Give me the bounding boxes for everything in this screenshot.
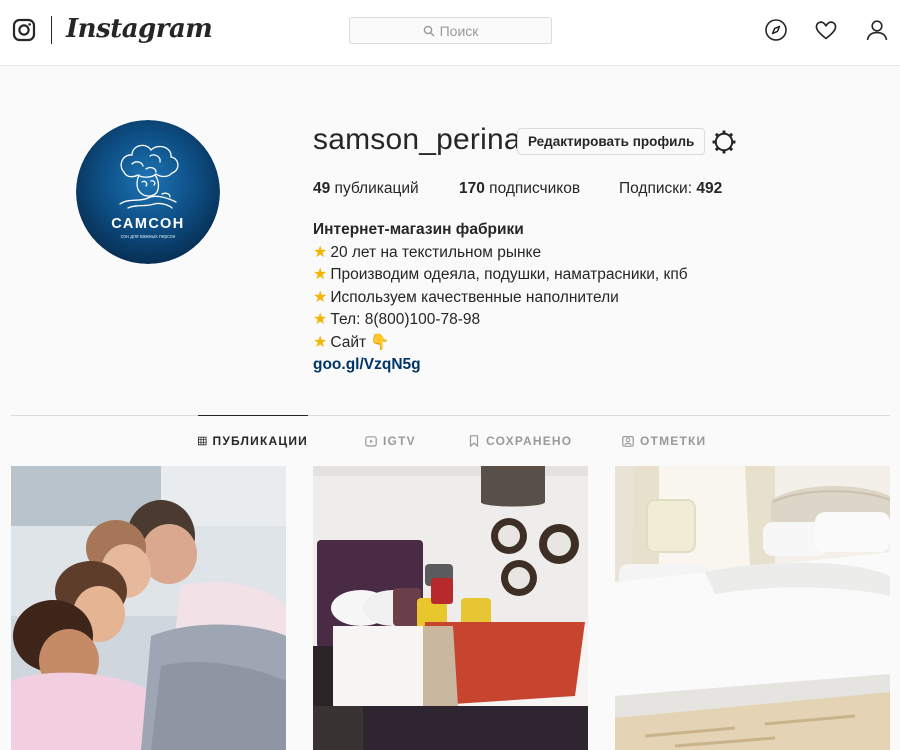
star-icon: ★ [313, 333, 328, 351]
star-icon: ★ [313, 243, 328, 261]
heart-icon[interactable] [814, 18, 838, 42]
posts-label: публикаций [330, 180, 419, 197]
settings-gear-icon[interactable] [711, 129, 737, 155]
avatar-brand: САМСОН [111, 216, 185, 232]
profile-avatar[interactable]: САМСОН сон для важных персон [76, 120, 220, 264]
search-input[interactable]: Поиск [349, 17, 552, 44]
post-image-bedroom-white [615, 466, 890, 750]
tab-label: IGTV [383, 434, 416, 448]
star-icon: ★ [313, 311, 328, 328]
samson-logo: САМСОН сон для важных персон [76, 120, 220, 264]
edit-profile-button[interactable]: Редактировать профиль [517, 128, 706, 155]
tab-label: СОХРАНЕНО [486, 434, 573, 448]
tab-saved[interactable]: СОХРАНЕНО [468, 416, 572, 466]
top-navigation-bar: Instagram Поиск [0, 0, 900, 66]
profile-stats: 49 публикаций 170 подписчиков Подписки: … [313, 180, 722, 198]
bio-name: Интернет-магазин фабрики [313, 221, 524, 238]
user-icon[interactable] [865, 18, 889, 42]
bio-line-text: Используем качественные наполнители [330, 288, 619, 306]
following-stat[interactable]: Подписки: 492 [619, 180, 722, 198]
grid-icon [198, 436, 207, 445]
bio-line: ★ Тел: 8(800)100-78-98 [313, 309, 688, 332]
tv-icon [365, 436, 377, 447]
following-label: Подписки: [619, 180, 697, 197]
star-icon: ★ [313, 288, 328, 306]
followers-label: подписчиков [484, 180, 581, 197]
profile-username: samson_perina [313, 123, 521, 156]
bio-line-text: 20 лет на текстильном рынке [330, 243, 542, 261]
instagram-wordmark[interactable]: Instagram [66, 14, 213, 44]
post-image-bedroom-purple [313, 466, 588, 750]
tab-publications[interactable]: ПУБЛИКАЦИИ [198, 415, 308, 465]
tag-icon [622, 436, 634, 447]
bio-line-text: Сайт 👇 [330, 333, 390, 351]
compass-icon[interactable] [764, 18, 788, 42]
following-count: 492 [696, 180, 723, 197]
avatar-tagline: сон для важных персон [121, 234, 176, 240]
bookmark-icon [469, 435, 479, 447]
bio-line: ★ Производим одеяла, подушки, наматрасник… [313, 264, 688, 287]
instagram-logo-icon[interactable] [12, 18, 36, 42]
logo-divider [51, 16, 52, 44]
tab-label: ОТМЕТКИ [640, 434, 707, 448]
search-icon [423, 25, 435, 37]
tab-label: ПУБЛИКАЦИИ [212, 433, 308, 448]
post-image-family-sleeping [11, 466, 286, 750]
profile-tabs: ПУБЛИКАЦИИ IGTV СОХРАНЕНО ОТМЕТКИ [11, 415, 890, 465]
bio-line-text: Производим одеяла, подушки, наматрасники… [330, 266, 688, 283]
bio-line: ★ 20 лет на текстильном рынке [313, 242, 688, 265]
posts-count: 49 [313, 180, 331, 197]
followers-count: 170 [459, 180, 485, 197]
bio-line-text: Тел: 8(800)100-78-98 [330, 311, 481, 328]
posts-stat: 49 публикаций [313, 180, 459, 198]
bio-line: ★ Используем качественные наполнители [313, 287, 688, 310]
post-thumbnail[interactable] [615, 466, 890, 750]
post-thumbnail[interactable] [313, 466, 588, 750]
followers-stat[interactable]: 170 подписчиков [459, 180, 619, 198]
tab-tagged[interactable]: ОТМЕТКИ [622, 416, 706, 466]
bio-website-link[interactable]: goo.gl/VzqN5g [313, 356, 421, 373]
tab-igtv[interactable]: IGTV [365, 416, 416, 466]
bio-line: ★ Сайт 👇 [313, 332, 688, 355]
post-thumbnail[interactable] [11, 466, 286, 750]
profile-bio: Интернет-магазин фабрики ★ 20 лет на текс… [313, 219, 688, 377]
search-placeholder: Поиск [439, 22, 479, 39]
star-icon: ★ [313, 266, 328, 283]
